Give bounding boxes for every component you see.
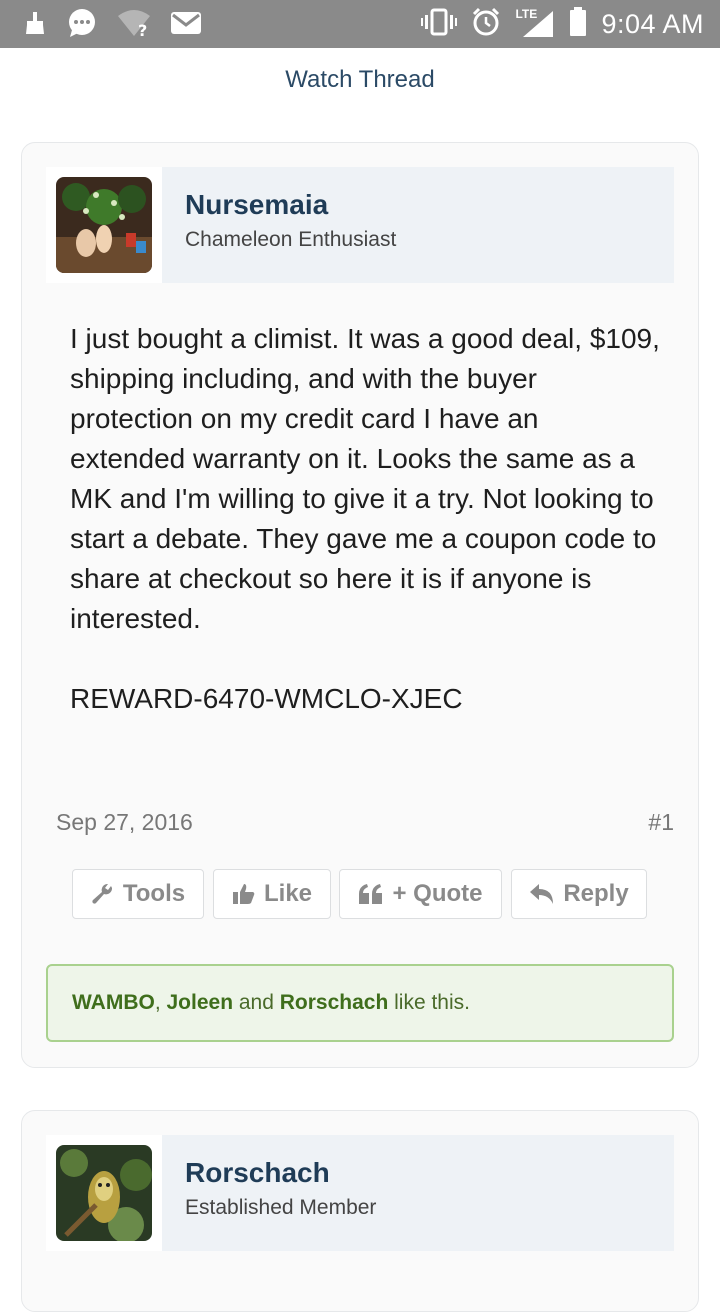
avatar-frame <box>46 167 162 283</box>
coupon-code: REWARD-6470-WMCLO-XJEC <box>70 683 463 714</box>
clock: 9:04 AM <box>601 8 704 39</box>
cleaner-icon <box>22 10 48 41</box>
wrench-icon <box>91 882 115 906</box>
liker-link[interactable]: Rorschach <box>280 991 389 1014</box>
signal-icon: LTE <box>515 7 555 39</box>
svg-text:?: ? <box>138 21 147 38</box>
message-body: I just bought a climist. It was a good d… <box>70 319 660 719</box>
watch-thread-link[interactable]: Watch Thread <box>0 66 720 94</box>
reply-label: Reply <box>563 880 629 907</box>
reply-button[interactable]: Reply <box>511 869 647 919</box>
quote-button[interactable]: + Quote <box>339 869 502 919</box>
liker-link[interactable]: Joleen <box>167 991 234 1014</box>
status-bar: ? LTE 9:04 AM <box>0 0 720 48</box>
message-text: I just bought a climist. It was a good d… <box>70 323 660 634</box>
quote-icon <box>358 883 384 905</box>
post-number[interactable]: #1 <box>648 809 674 836</box>
vibrate-icon <box>421 8 458 41</box>
user-title: Established Member <box>185 1196 377 1219</box>
reply-icon <box>529 883 555 905</box>
quote-label: + Quote <box>392 880 483 907</box>
network-type-label: LTE <box>515 7 538 21</box>
avatar-frame <box>46 1135 162 1251</box>
username[interactable]: Nursemaia <box>185 189 328 221</box>
thumbs-up-icon <box>232 882 256 906</box>
battery-icon <box>569 6 587 42</box>
alarm-icon <box>471 7 501 42</box>
avatar[interactable] <box>56 177 152 273</box>
chat-icon <box>66 8 98 43</box>
post: Rorschach Established Member <box>21 1110 699 1312</box>
likes-summary: WAMBO, Joleen and Rorschach like this. <box>46 964 674 1042</box>
wifi-unknown-icon: ? <box>116 8 152 43</box>
likes-suffix: like this. <box>388 991 470 1014</box>
username[interactable]: Rorschach <box>185 1157 330 1189</box>
post: Nursemaia Chameleon Enthusiast I just bo… <box>21 142 699 1068</box>
user-title: Chameleon Enthusiast <box>185 228 397 251</box>
post-author: Nursemaia Chameleon Enthusiast <box>46 167 674 283</box>
like-button[interactable]: Like <box>213 869 331 919</box>
post-date[interactable]: Sep 27, 2016 <box>56 809 193 836</box>
mail-icon <box>170 10 202 41</box>
post-author: Rorschach Established Member <box>46 1135 674 1251</box>
tools-label: Tools <box>122 880 186 907</box>
likes-separator: , <box>154 991 167 1014</box>
liker-link[interactable]: WAMBO <box>72 991 155 1014</box>
likes-separator: and <box>233 991 280 1014</box>
avatar[interactable] <box>56 1145 152 1241</box>
tools-button[interactable]: Tools <box>72 869 204 919</box>
like-label: Like <box>263 880 313 907</box>
